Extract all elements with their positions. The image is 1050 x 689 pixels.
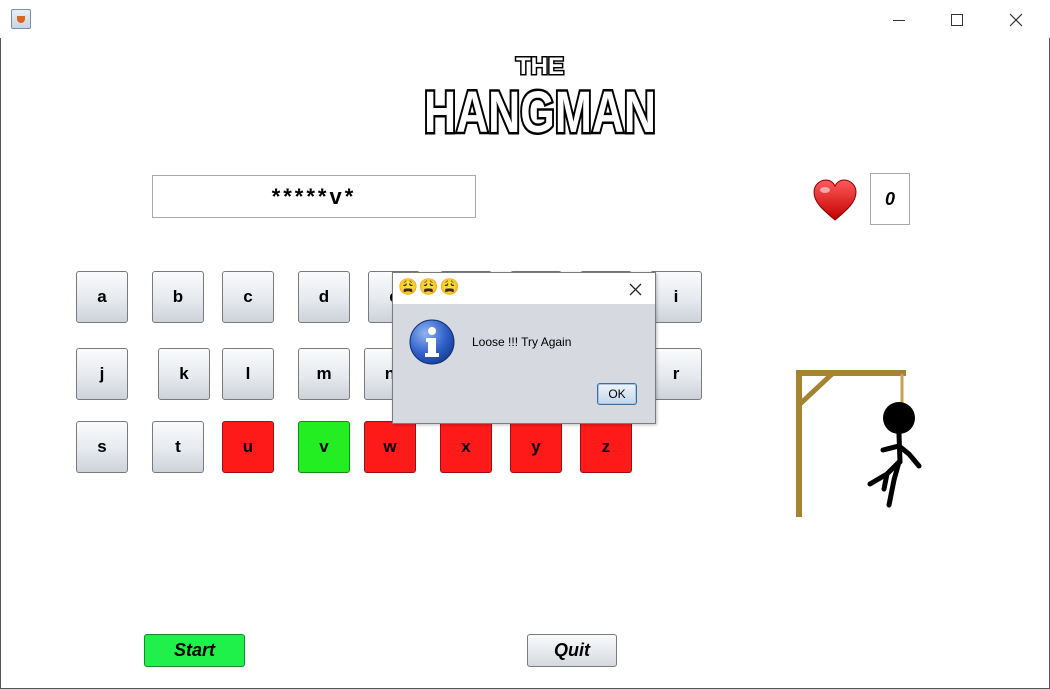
dialog-close-button[interactable] bbox=[621, 277, 649, 301]
close-button[interactable] bbox=[993, 6, 1039, 34]
masked-word-field: *****v* bbox=[152, 175, 476, 218]
key-c[interactable]: c bbox=[222, 271, 274, 323]
key-x[interactable]: x bbox=[440, 421, 492, 473]
hangman-logo: THE HANGMAN bbox=[422, 52, 659, 148]
key-t[interactable]: t bbox=[152, 421, 204, 473]
key-j[interactable]: j bbox=[76, 348, 128, 400]
key-b[interactable]: b bbox=[152, 271, 204, 323]
key-l[interactable]: l bbox=[222, 348, 274, 400]
key-k[interactable]: k bbox=[158, 348, 210, 400]
key-y[interactable]: y bbox=[510, 421, 562, 473]
dialog-message: Loose !!! Try Again bbox=[472, 335, 572, 349]
message-dialog: 😩😩😩 Loose !!! Try Again OK bbox=[392, 272, 656, 424]
gallows-beam bbox=[796, 370, 906, 376]
key-d[interactable]: d bbox=[298, 271, 350, 323]
gallows-brace bbox=[798, 372, 834, 406]
key-u[interactable]: u bbox=[222, 421, 274, 473]
ok-button[interactable]: OK bbox=[597, 383, 637, 405]
key-s[interactable]: s bbox=[76, 421, 128, 473]
java-cup-icon[interactable] bbox=[11, 9, 31, 29]
stickman-body bbox=[867, 431, 922, 508]
key-w[interactable]: w bbox=[364, 421, 416, 473]
title-bar bbox=[0, 0, 1050, 38]
heart-icon bbox=[813, 179, 857, 221]
gallows-pole bbox=[796, 370, 802, 517]
dialog-title-bar: 😩😩😩 bbox=[393, 273, 655, 304]
minimize-button[interactable] bbox=[876, 6, 922, 34]
close-icon bbox=[629, 283, 641, 295]
lives-counter: 0 bbox=[870, 173, 910, 225]
minimize-icon bbox=[893, 19, 905, 21]
start-button[interactable]: Start bbox=[144, 634, 245, 667]
key-r[interactable]: r bbox=[650, 348, 702, 400]
logo-top-text: THE bbox=[516, 53, 564, 80]
info-icon bbox=[409, 319, 455, 365]
key-m[interactable]: m bbox=[298, 348, 350, 400]
key-z[interactable]: z bbox=[580, 421, 632, 473]
gallows-drawing bbox=[796, 370, 922, 517]
stickman-head bbox=[883, 402, 915, 434]
key-v[interactable]: v bbox=[298, 421, 350, 473]
maximize-button[interactable] bbox=[934, 6, 980, 34]
maximize-icon bbox=[951, 14, 963, 26]
dialog-title-emoji: 😩😩😩 bbox=[398, 279, 461, 296]
logo-main-text: HANGMAN bbox=[424, 80, 656, 145]
key-a[interactable]: a bbox=[76, 271, 128, 323]
quit-button[interactable]: Quit bbox=[527, 634, 617, 667]
key-i[interactable]: i bbox=[650, 271, 702, 323]
close-icon bbox=[1009, 13, 1023, 27]
